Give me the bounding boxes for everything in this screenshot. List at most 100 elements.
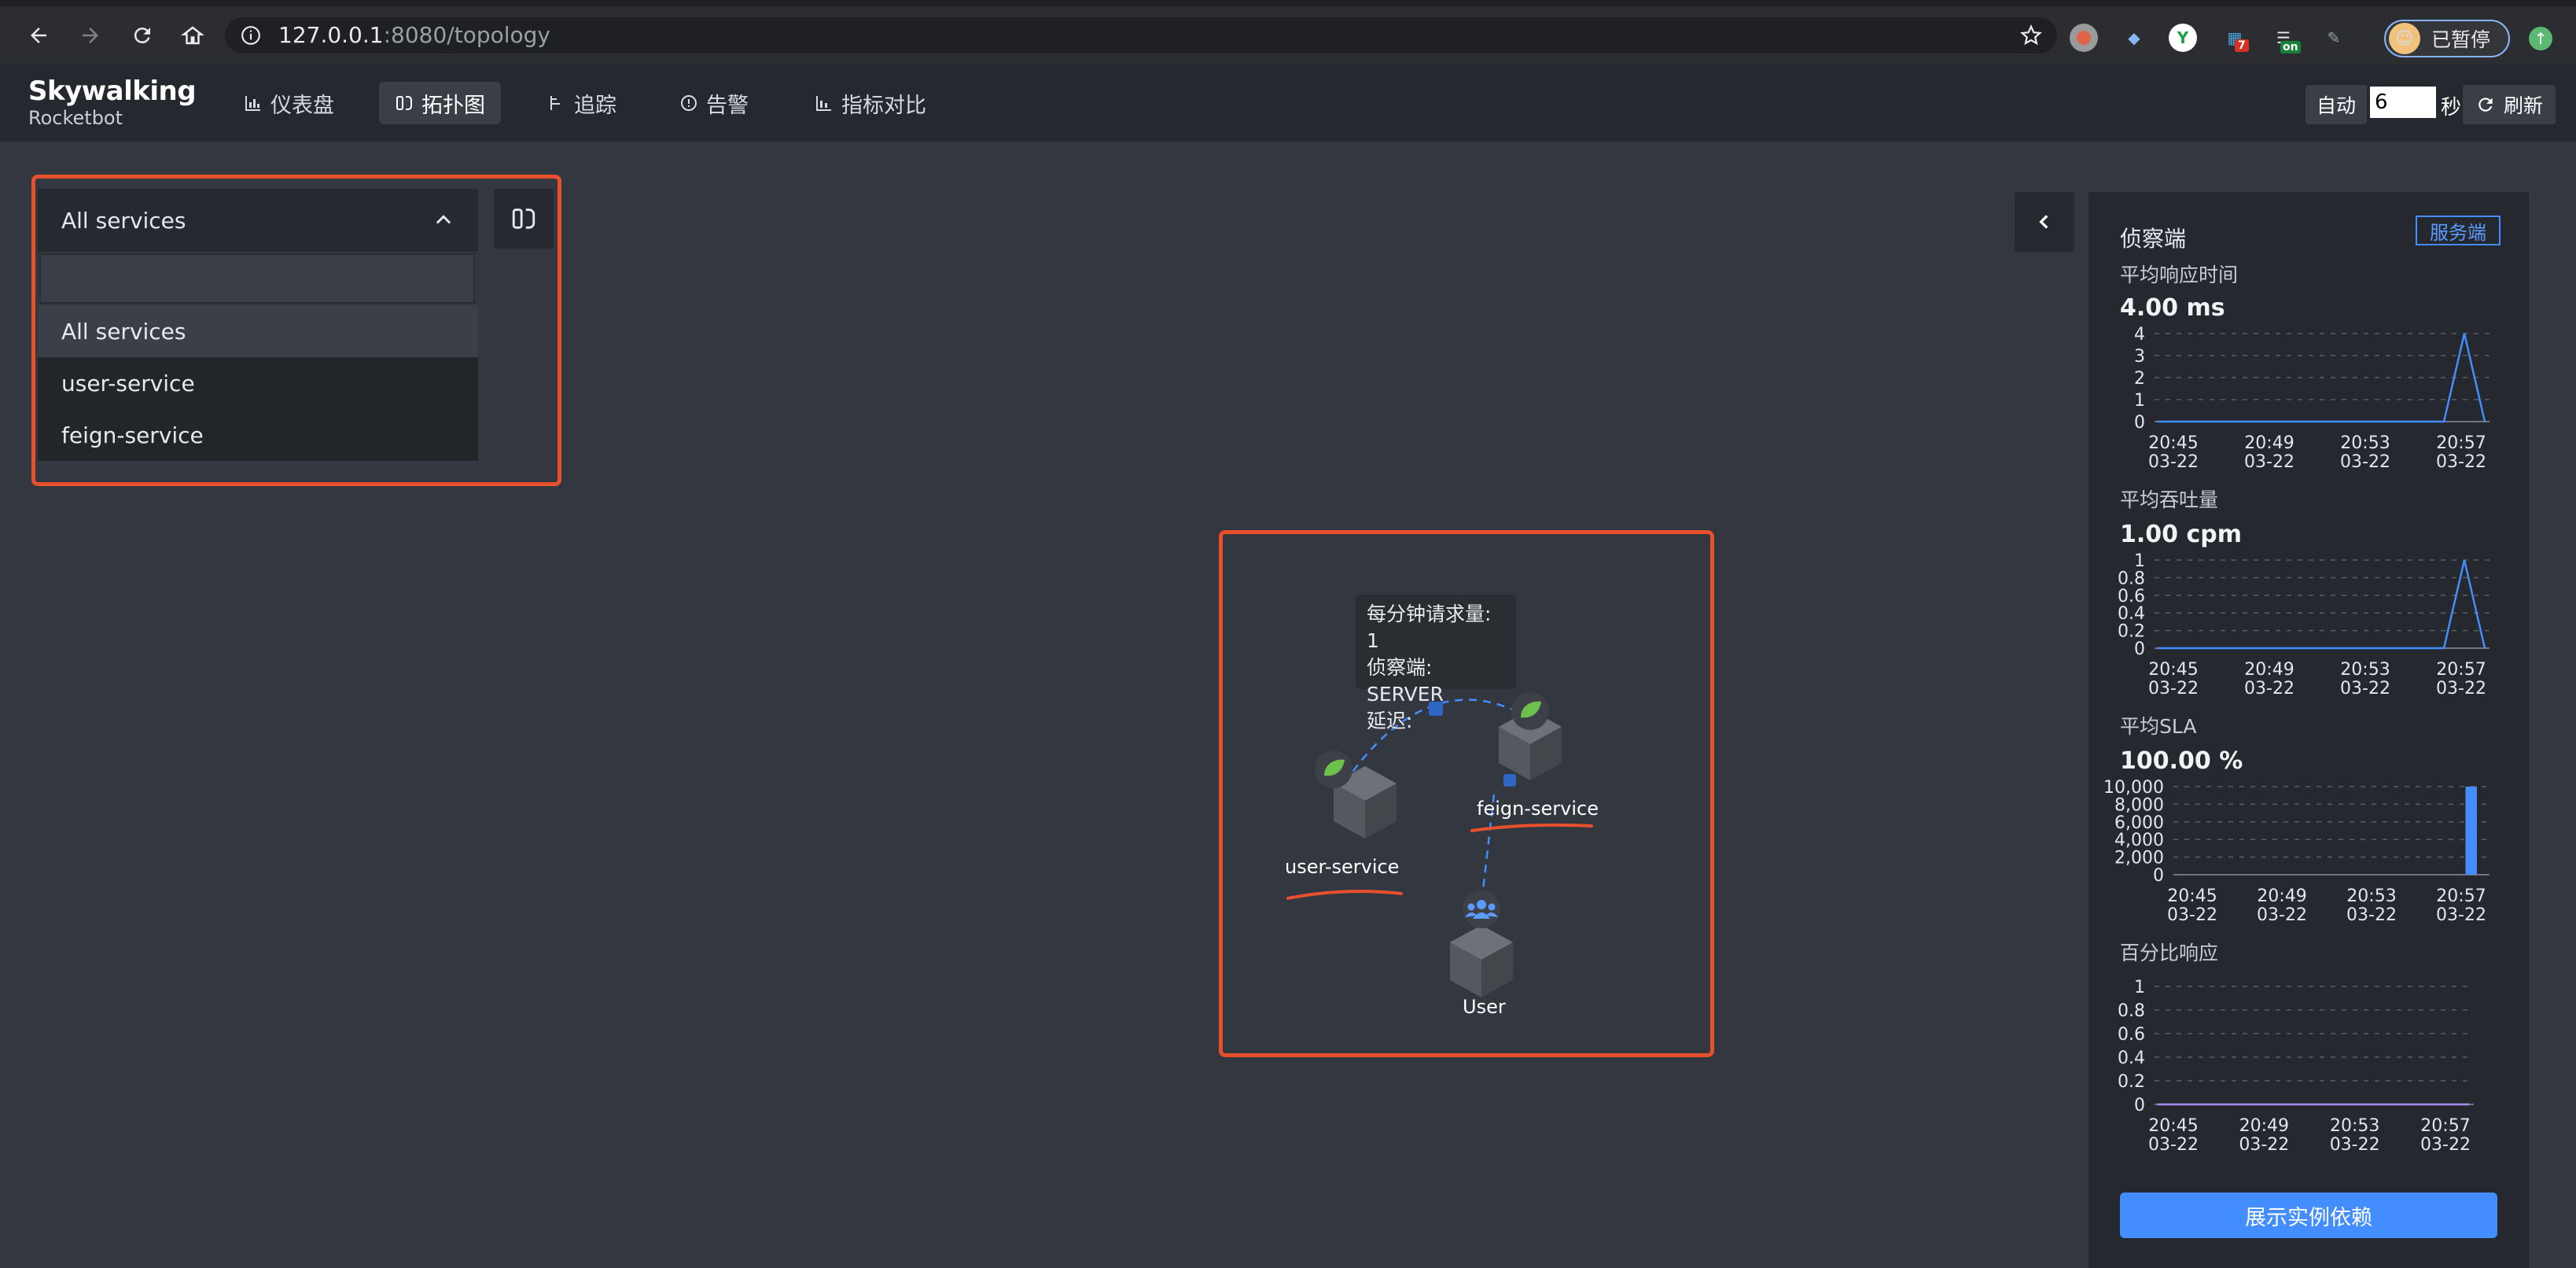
- seconds-label: 秒: [2441, 96, 2462, 120]
- diamond-extension-icon[interactable]: ◆: [2120, 24, 2148, 52]
- nav-topology-label: 拓扑图: [421, 93, 485, 118]
- x-tick-time: 20:45: [2148, 660, 2198, 680]
- y-tick-label: 0.2: [2118, 1072, 2145, 1092]
- y-tick-label: 8,000: [2114, 795, 2164, 815]
- nav-metric-compare-label: 指标对比: [841, 93, 926, 118]
- y-tick-label: 0: [2134, 413, 2145, 433]
- forward-icon[interactable]: [74, 19, 107, 52]
- y-extension-icon[interactable]: Y: [2169, 24, 2197, 52]
- x-tick-date: 03-22: [2436, 679, 2486, 699]
- y-tick-label: 0.2: [2118, 622, 2145, 642]
- x-tick-date: 03-22: [2148, 1135, 2199, 1155]
- show-instance-dependency-button[interactable]: 展示实例依赖: [2120, 1192, 2497, 1238]
- x-tick-time: 20:53: [2340, 660, 2390, 680]
- back-icon[interactable]: [22, 19, 55, 52]
- service-metrics-panel: 侦察端 服务端 平均响应时间 4.00 ms 4 3 2 1 0 20:45 03-22 20…: [2088, 192, 2529, 1268]
- metric-title-sla: 平均SLA: [2120, 715, 2197, 738]
- x-tick-date: 03-22: [2340, 679, 2390, 699]
- x-tick-date: 03-22: [2330, 1135, 2380, 1155]
- y-tick-label: 3: [2134, 347, 2145, 367]
- bookmark-star-icon[interactable]: [2019, 24, 2043, 47]
- nav-metric-compare[interactable]: 指标对比: [799, 82, 942, 124]
- x-tick-date: 03-22: [2148, 452, 2199, 472]
- response-time-chart: 4321020:4503-2220:4903-2220:5303-2220:57…: [2134, 325, 2490, 472]
- x-tick-time: 20:45: [2167, 886, 2217, 906]
- y-tick-label: 2,000: [2114, 849, 2164, 868]
- x-tick-time: 20:49: [2239, 1116, 2289, 1136]
- logo[interactable]: Skywalking Rocketbot: [28, 76, 197, 129]
- refresh-button[interactable]: 刷新: [2463, 85, 2556, 124]
- update-arrow-icon[interactable]: ↑: [2529, 27, 2552, 50]
- browser-toolbar: 127.0.0.1:8080/topology ◆ Y ▦ 7 ☰ on ✎ ☺…: [0, 6, 2576, 65]
- topology-highlight-box: [1219, 530, 1714, 1057]
- auto-refresh-button[interactable]: 自动: [2306, 85, 2368, 124]
- y-tick-label: 0.8: [2118, 569, 2145, 588]
- home-icon[interactable]: [176, 19, 209, 52]
- x-tick-time: 20:53: [2340, 433, 2390, 453]
- address-bar[interactable]: 127.0.0.1:8080/topology: [225, 17, 2057, 53]
- x-tick-date: 03-22: [2244, 452, 2294, 472]
- profile-status-label: 已暂停: [2431, 28, 2491, 51]
- x-tick-time: 20:57: [2436, 660, 2486, 680]
- y-tick-label: 1: [2134, 391, 2145, 411]
- profile-paused-button[interactable]: ☺ 已暂停: [2384, 20, 2510, 57]
- chevron-left-icon: [2039, 215, 2048, 229]
- metric-value-sla: 100.00 %: [2120, 747, 2243, 775]
- y-tick-label: 0.4: [2118, 1049, 2145, 1068]
- collapse-panel-button[interactable]: [2015, 192, 2074, 252]
- metric-value-response-time: 4.00 ms: [2120, 294, 2225, 322]
- topology-icon: [396, 96, 412, 110]
- reload-icon[interactable]: [126, 19, 159, 52]
- y-tick-label: 10,000: [2103, 778, 2164, 798]
- metric-value-throughput: 1.00 cpm: [2120, 521, 2242, 548]
- x-tick-date: 03-22: [2346, 905, 2397, 925]
- x-tick-date: 03-22: [2436, 452, 2486, 472]
- app-header: Skywalking Rocketbot 仪表盘 拓扑图 追踪 告警 指标对比 …: [0, 65, 2576, 142]
- x-tick-time: 20:45: [2148, 1116, 2198, 1136]
- y-tick-label: 1: [2134, 978, 2145, 997]
- nav-trace[interactable]: 追踪: [532, 82, 632, 124]
- x-tick-time: 20:49: [2244, 660, 2294, 680]
- grid-extension-icon[interactable]: ▦ 7: [2221, 24, 2249, 52]
- nav-alarm-label: 告警: [706, 93, 749, 118]
- bar-chart-icon: [245, 96, 260, 111]
- x-tick-time: 20:57: [2436, 433, 2486, 453]
- x-tick-time: 20:49: [2244, 433, 2294, 453]
- puzzle-extension-icon[interactable]: ✎: [2320, 24, 2348, 52]
- metric-title-response-time: 平均响应时间: [2120, 264, 2239, 286]
- percentile-chart: 10.80.60.40.2020:4503-2220:4903-2220:530…: [2118, 978, 2474, 1155]
- x-tick-time: 20:49: [2257, 886, 2306, 906]
- refresh-icon: [2478, 98, 2493, 112]
- y-tick-label: 1: [2134, 551, 2145, 571]
- avatar: ☺: [2389, 23, 2420, 54]
- throughput-chart: 10.80.60.40.2020:4503-2220:4903-2220:530…: [2118, 551, 2490, 699]
- x-tick-time: 20:57: [2420, 1116, 2470, 1136]
- list-extension-icon[interactable]: ☰ on: [2269, 24, 2301, 53]
- nav-topology[interactable]: 拓扑图: [379, 82, 501, 124]
- x-tick-time: 20:53: [2330, 1116, 2379, 1136]
- record-extension-icon[interactable]: [2070, 24, 2098, 52]
- trace-icon: [550, 96, 560, 110]
- y-tick-label: 0: [2153, 866, 2164, 886]
- x-tick-date: 03-22: [2244, 679, 2294, 699]
- browser-tab-strip: [0, 0, 2576, 6]
- server-badge[interactable]: 服务端: [2416, 216, 2501, 245]
- x-tick-date: 03-22: [2148, 679, 2199, 699]
- y-tick-label: 0: [2134, 1096, 2145, 1115]
- url-text[interactable]: 127.0.0.1:8080/topology: [278, 24, 550, 47]
- y-tick-label: 4,000: [2114, 831, 2164, 850]
- info-icon[interactable]: [241, 25, 261, 46]
- nav-trace-label: 追踪: [574, 93, 616, 118]
- refresh-interval-input[interactable]: [2370, 87, 2436, 118]
- x-tick-date: 03-22: [2257, 905, 2307, 925]
- alarm-icon: [681, 95, 697, 111]
- nav-alarm[interactable]: 告警: [664, 82, 764, 124]
- y-tick-label: 0.8: [2118, 1001, 2145, 1021]
- nav-dashboard[interactable]: 仪表盘: [228, 82, 350, 124]
- logo-title: Skywalking: [28, 76, 197, 107]
- y-tick-label: 6,000: [2114, 813, 2164, 833]
- metric-title-throughput: 平均吞吐量: [2120, 488, 2219, 511]
- metric-title-percentile: 百分比响应: [2120, 942, 2219, 964]
- sla-chart: 10,0008,0006,0004,0002,000020:4503-2220:…: [2103, 778, 2490, 925]
- y-tick-label: 0.4: [2118, 604, 2145, 624]
